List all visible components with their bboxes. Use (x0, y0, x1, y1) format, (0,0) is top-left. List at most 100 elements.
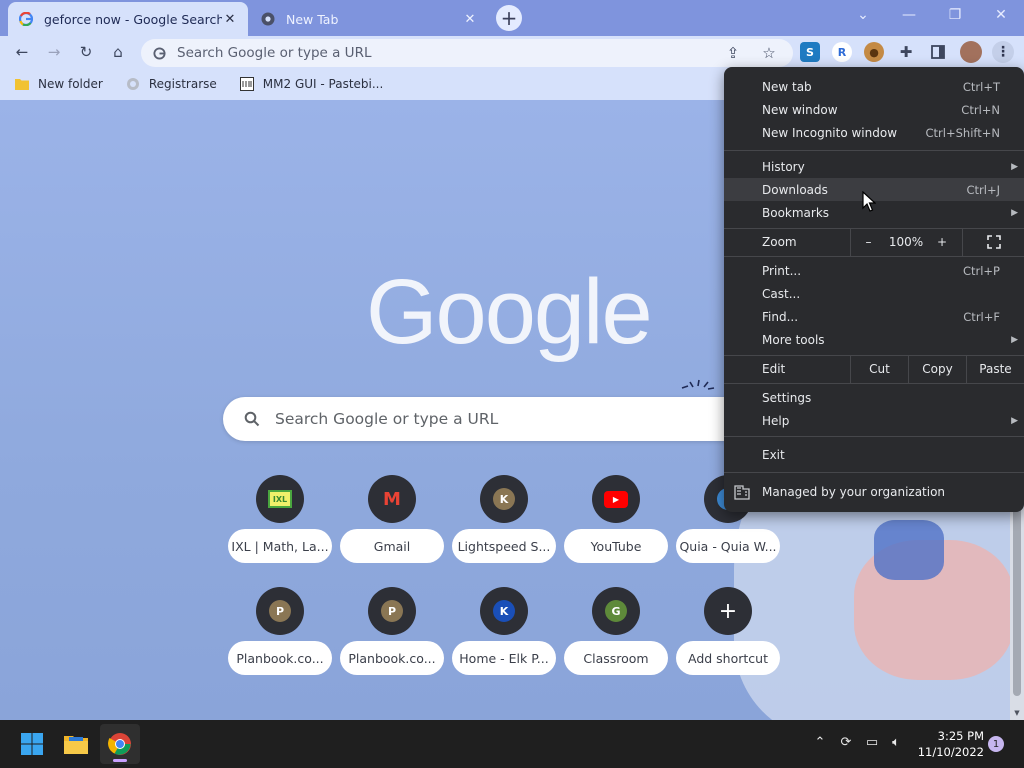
new-tab-button[interactable]: + (496, 5, 522, 31)
menu-item-label: More tools (762, 332, 825, 347)
sync-icon[interactable]: ⟳ (836, 732, 856, 752)
side-panel-icon[interactable] (928, 42, 948, 62)
shortcut-label: Add shortcut (676, 641, 780, 675)
mouse-cursor-icon (862, 191, 876, 212)
scroll-down-icon[interactable]: ▼ (1010, 706, 1024, 720)
shortcut-tile[interactable]: P Planbook.co... (228, 587, 332, 687)
start-button[interactable] (12, 724, 52, 764)
submenu-arrow-icon: ▶ (1011, 334, 1018, 345)
menu-new-window[interactable]: New window Ctrl+N (724, 98, 1024, 121)
tab-new-tab[interactable]: New Tab ✕ (250, 2, 488, 36)
fullscreen-button[interactable] (962, 228, 1024, 256)
menu-item-label: Bookmarks (762, 205, 830, 220)
menu-item-label: Exit (762, 447, 785, 462)
shortcut-icon-circle: K (480, 475, 528, 523)
tab-search-icon[interactable]: ⌄ (840, 0, 886, 30)
menu-item-label: Cast... (762, 286, 801, 301)
menu-more-tools[interactable]: More tools ▶ (724, 328, 1024, 351)
folder-icon (64, 736, 88, 754)
ntp-search-input[interactable] (275, 410, 735, 428)
home-button[interactable]: ⌂ (106, 40, 130, 64)
restore-button[interactable]: ❐ (932, 0, 978, 30)
gmail-icon: M (383, 488, 401, 510)
shortcut-label: Classroom (564, 641, 668, 675)
extensions-puzzle-icon[interactable]: ✚ (896, 42, 916, 62)
forward-button[interactable]: → (42, 40, 66, 64)
back-button[interactable]: ← (10, 40, 34, 64)
shortcut-tile[interactable]: G Classroom (564, 587, 668, 687)
chrome-menu-icon[interactable]: ⋮ (992, 41, 1014, 63)
cookie-icon[interactable]: ● (864, 42, 884, 62)
menu-find[interactable]: Find... Ctrl+F (724, 305, 1024, 328)
menu-cast[interactable]: Cast... (724, 282, 1024, 305)
menu-new-incognito-window[interactable]: New Incognito window Ctrl+Shift+N (724, 121, 1024, 144)
shortcut-icon-circle: IXL (256, 475, 304, 523)
cut-button[interactable]: Cut (850, 355, 908, 383)
menu-help[interactable]: Help ▶ (724, 409, 1024, 432)
network-icon[interactable]: ▭ (862, 732, 882, 752)
menu-shortcut: Ctrl+J (966, 182, 1001, 197)
paste-button[interactable]: Paste (966, 355, 1024, 383)
menu-item-label: Print... (762, 263, 802, 278)
extension-r-icon[interactable]: R (832, 42, 852, 62)
extension-s-icon[interactable]: S (800, 42, 820, 62)
bookmark-registrarse[interactable]: Registrarse (117, 71, 225, 97)
pastebin-icon (239, 76, 255, 92)
zoom-out-button[interactable]: – (850, 228, 886, 256)
reload-button[interactable]: ↻ (74, 40, 98, 64)
shortcut-tile[interactable]: K Home - Elk P... (452, 587, 556, 687)
menu-new-tab[interactable]: New tab Ctrl+T (724, 75, 1024, 98)
chrome-icon (260, 11, 276, 27)
ntp-search-box[interactable] (223, 397, 783, 441)
shortcut-icon-circle: P (256, 587, 304, 635)
background-artwork (874, 520, 944, 580)
letter-g-icon: G (605, 600, 627, 622)
zoom-in-button[interactable]: + (926, 228, 958, 256)
menu-item-label: Edit (762, 362, 786, 376)
menu-settings[interactable]: Settings (724, 386, 1024, 409)
shortcut-tile[interactable]: IXL IXL | Math, La... (228, 475, 332, 575)
bookmark-label: New folder (38, 77, 103, 91)
close-icon[interactable]: ✕ (462, 11, 478, 27)
menu-history[interactable]: History ▶ (724, 155, 1024, 178)
system-clock[interactable]: 3:25 PM 11/10/2022 (912, 728, 984, 760)
shortcut-icon-circle: M (368, 475, 416, 523)
omnibox[interactable]: ⇪ ☆ (141, 39, 793, 67)
tab-google-search[interactable]: geforce now - Google Search ✕ (8, 2, 248, 36)
shortcut-icon-circle: K (480, 587, 528, 635)
toolbar: ← → ↻ ⌂ ⇪ ☆ S R ● ✚ ⋮ (0, 36, 1024, 68)
letter-k-icon: K (493, 600, 515, 622)
file-explorer-button[interactable] (56, 724, 96, 764)
share-icon[interactable]: ⇪ (721, 41, 745, 65)
menu-managed-by-organization[interactable]: Managed by your organization (724, 477, 1024, 507)
menu-exit[interactable]: Exit (724, 443, 1024, 466)
shortcut-tile[interactable]: K Lightspeed S... (452, 475, 556, 575)
zoom-value: 100% (888, 235, 924, 249)
minimize-button[interactable]: — (886, 0, 932, 30)
menu-print[interactable]: Print... Ctrl+P (724, 259, 1024, 282)
active-app-indicator (113, 759, 127, 762)
bookmark-new-folder[interactable]: New folder (6, 71, 111, 97)
notification-badge[interactable]: 1 (988, 736, 1004, 752)
menu-shortcut: Ctrl+P (962, 263, 1000, 278)
menu-zoom-row: Zoom – 100% + (724, 228, 1024, 256)
shortcut-tile[interactable]: ▶ YouTube (564, 475, 668, 575)
close-window-button[interactable]: ✕ (978, 0, 1024, 30)
folder-icon (14, 76, 30, 92)
menu-separator (724, 383, 1024, 384)
chrome-taskbar-button[interactable] (100, 724, 140, 764)
bookmark-star-icon[interactable]: ☆ (757, 41, 781, 65)
shortcut-label: Quia - Quia W... (676, 529, 780, 563)
youtube-icon: ▶ (604, 490, 628, 508)
shortcut-tile[interactable]: P Planbook.co... (340, 587, 444, 687)
add-shortcut-button[interactable]: + Add shortcut (676, 587, 780, 687)
volume-icon[interactable]: 🔈︎ (886, 732, 906, 752)
close-icon[interactable]: ✕ (222, 11, 238, 27)
show-hidden-icons-chevron-icon[interactable]: ⌃ (810, 732, 830, 752)
omnibox-input[interactable] (177, 45, 697, 61)
copy-button[interactable]: Copy (908, 355, 966, 383)
bookmark-mm2-gui[interactable]: MM2 GUI - Pastebi... (231, 71, 392, 97)
shortcut-tile[interactable]: M Gmail (340, 475, 444, 575)
avatar[interactable] (960, 41, 982, 63)
shortcut-label: Gmail (340, 529, 444, 563)
